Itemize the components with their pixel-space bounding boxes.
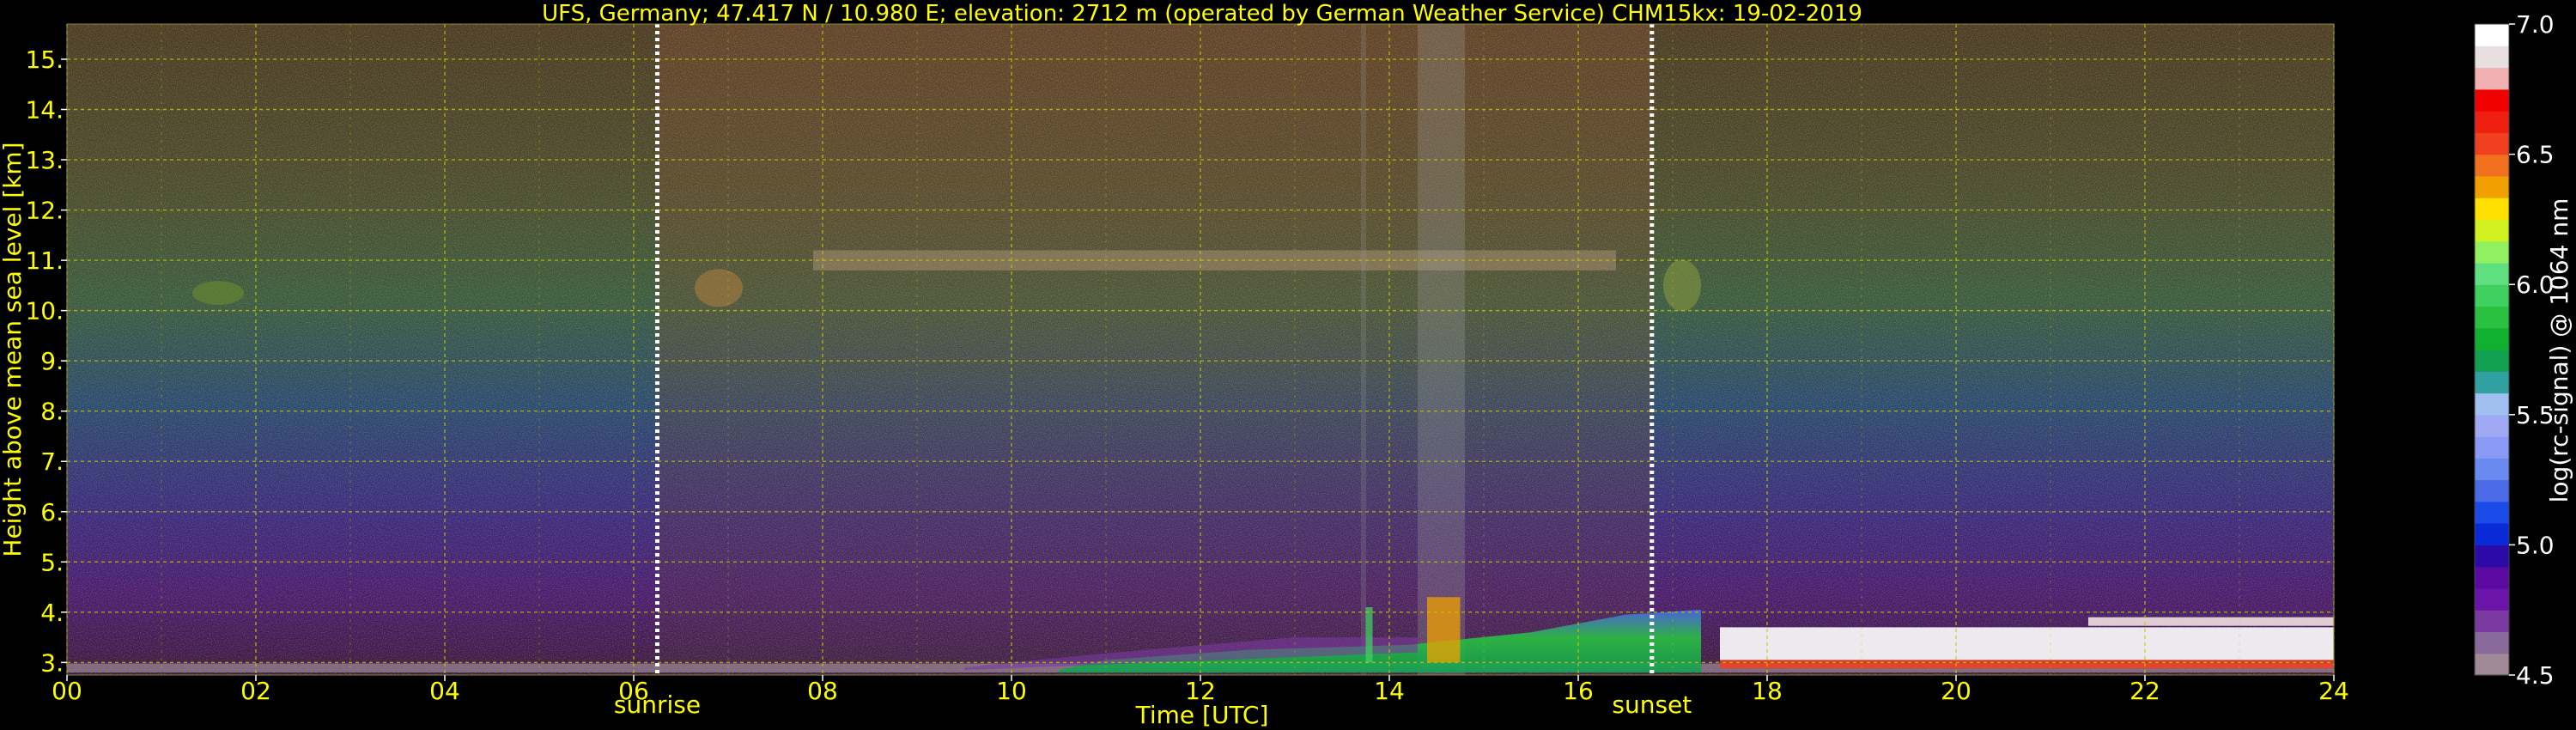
- colorbar-segment: [2475, 544, 2509, 568]
- y-tick-label: 8.: [40, 398, 64, 426]
- colorbar-segment: [2475, 175, 2509, 198]
- colorbar-segment: [2475, 479, 2509, 502]
- colorbar-segment: [2475, 240, 2509, 264]
- colorbar-segment: [2475, 501, 2509, 524]
- y-tick-label: 15.: [25, 46, 64, 74]
- cirrus-patch: [1663, 259, 1701, 312]
- colorbar-segment: [2475, 24, 2509, 46]
- y-tick-label: 11.: [25, 246, 64, 275]
- x-tick-label: 14: [1374, 677, 1405, 705]
- colorbar-segment: [2475, 111, 2509, 133]
- colorbar-tick-label: 6.5: [2516, 141, 2555, 169]
- colorbar-segment: [2475, 132, 2509, 155]
- cirrus-patch: [192, 281, 244, 306]
- colorbar-segment: [2475, 284, 2509, 307]
- colorbar-segment: [2475, 67, 2509, 90]
- x-tick-label: 00: [52, 677, 82, 705]
- convective-plume: [1365, 606, 1373, 663]
- colorbar-segment: [2475, 46, 2509, 69]
- colorbar-segment: [2475, 327, 2509, 350]
- ceilometer-chart: UFS, Germany; 47.417 N / 10.980 E; eleva…: [0, 1, 2573, 729]
- colorbar-segment: [2475, 587, 2509, 611]
- colorbar-segment: [2475, 523, 2509, 545]
- colorbar-segment: [2475, 436, 2509, 459]
- x-tick-label: 16: [1563, 677, 1594, 705]
- colorbar-segment: [2475, 392, 2509, 416]
- cirrus-patch: [695, 269, 743, 307]
- colorbar-segment: [2475, 154, 2509, 177]
- colorbar-segment: [2475, 219, 2509, 242]
- x-axis-label: Time [UTC]: [1135, 701, 1269, 729]
- colorbar-segment: [2475, 414, 2509, 437]
- colorbar-tick-label: 5.0: [2516, 531, 2555, 559]
- colorbar: [2474, 23, 2510, 676]
- colorbar-segment: [2475, 566, 2509, 589]
- y-tick-label: 14.: [25, 96, 64, 125]
- x-tick-label: 10: [996, 677, 1027, 705]
- noise-streak: [1361, 24, 1366, 675]
- colorbar-tick-label: 4.5: [2516, 661, 2555, 690]
- colorbar-tick-label: 7.0: [2516, 10, 2555, 39]
- noise-streak: [1418, 24, 1465, 675]
- colorbar-label: log(rc-signal) @ 1064 nm: [2545, 198, 2573, 503]
- sunrise-label: sunrise: [614, 690, 701, 719]
- chart-title: UFS, Germany; 47.417 N / 10.980 E; eleva…: [542, 1, 1862, 27]
- x-tick-label: 04: [429, 677, 460, 705]
- y-tick-label: 4.: [40, 599, 64, 627]
- y-tick-label: 6.: [40, 498, 64, 526]
- colorbar-segment: [2475, 371, 2509, 394]
- x-tick-label: 18: [1752, 677, 1783, 705]
- colorbar-segment: [2475, 350, 2509, 372]
- y-tick-label: 5.: [40, 548, 64, 576]
- sunset-label: sunset: [1612, 690, 1692, 719]
- colorbar-segment: [2475, 262, 2509, 285]
- y-axis: 3. 4. 5. 6. 7. 8. 9. 10. 11. 12. 13. 14. 15.: [25, 46, 67, 677]
- x-tick-label: 08: [807, 677, 838, 705]
- cloud-top: [2088, 617, 2334, 626]
- plot-area: [66, 23, 2335, 676]
- y-tick-label: 12.: [25, 197, 64, 225]
- colorbar-segment: [2475, 88, 2509, 112]
- y-tick-label: 10.: [25, 297, 64, 325]
- y-tick-label: 7.: [40, 447, 64, 476]
- x-tick-label: 02: [240, 677, 271, 705]
- colorbar-segment: [2475, 198, 2509, 220]
- x-tick-label: 24: [2318, 677, 2349, 705]
- low-cloud: [1720, 627, 2334, 660]
- y-tick-label: 13.: [25, 146, 64, 174]
- x-tick-label: 22: [2129, 677, 2160, 705]
- y-tick-label: 9.: [40, 347, 64, 375]
- colorbar-segment: [2475, 653, 2509, 676]
- colorbar-segment: [2475, 306, 2509, 329]
- convective-plume: [1427, 597, 1461, 663]
- y-tick-label: 3.: [40, 648, 64, 677]
- colorbar-segment: [2475, 610, 2509, 633]
- x-tick-label: 20: [1941, 677, 1971, 705]
- colorbar-segment: [2475, 458, 2509, 481]
- colorbar-segment: [2475, 631, 2509, 654]
- y-axis-label: Height above mean sea level [km]: [0, 142, 27, 557]
- cloud-base: [1720, 660, 2334, 669]
